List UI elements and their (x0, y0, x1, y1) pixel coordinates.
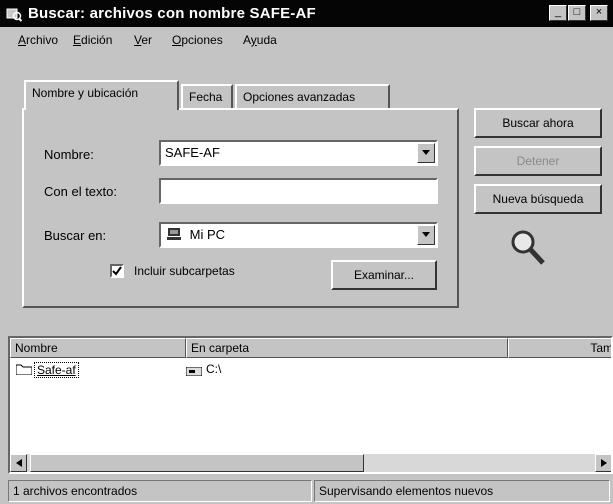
horizontal-scrollbar[interactable] (10, 454, 611, 472)
scroll-right-icon (601, 459, 607, 467)
tab-nombre-ubicacion[interactable]: Nombre y ubicación (24, 80, 179, 110)
stop-button[interactable]: Detener (474, 146, 602, 176)
menu-archivo[interactable]: Archivo (18, 33, 58, 47)
column-header-en-carpeta[interactable]: En carpeta (186, 338, 508, 358)
column-header-tam[interactable]: Tam (508, 338, 611, 358)
result-folder: C:\ (206, 362, 222, 376)
name-combobox[interactable]: SAFE-AF (159, 140, 438, 166)
minimize-icon: _ (554, 6, 562, 18)
find-now-button[interactable]: Buscar ahora (474, 108, 602, 138)
scroll-thumb[interactable] (30, 454, 364, 472)
search-app-icon (6, 6, 23, 22)
close-icon: × (595, 6, 603, 18)
status-bar: 1 archivos encontrados Supervisando elem… (0, 478, 613, 504)
name-value: SAFE-AF (165, 145, 220, 160)
menu-opciones[interactable]: Opciones (172, 33, 223, 47)
status-found-count: 1 archivos encontrados (8, 480, 312, 502)
tab-label: Nombre y ubicación (32, 86, 139, 100)
text-label: Con el texto: (44, 184, 117, 199)
menu-ayuda[interactable]: Ayuda (243, 33, 277, 47)
my-computer-icon (167, 225, 181, 247)
lookin-combobox[interactable]: Mi PC (159, 222, 438, 248)
menu-bar: Archivo Edición Ver Opciones Ayuda (0, 29, 613, 51)
lookin-label: Buscar en: (44, 228, 107, 243)
include-subfolders-checkbox[interactable] (110, 264, 124, 278)
window-title: Buscar: archivos con nombre SAFE-AF (28, 5, 316, 22)
name-dropdown-button[interactable] (417, 143, 435, 163)
name-label: Nombre: (44, 147, 94, 162)
maximize-icon: □ (573, 6, 581, 18)
minimize-button[interactable]: _ (549, 5, 567, 21)
lookin-value: Mi PC (189, 227, 226, 242)
column-header-nombre[interactable]: Nombre (10, 338, 186, 358)
scroll-left-button[interactable] (10, 454, 27, 472)
tab-label: Fecha (189, 90, 223, 104)
text-input[interactable] (159, 178, 438, 204)
tab-fecha[interactable]: Fecha (181, 84, 233, 110)
check-icon (112, 266, 122, 276)
find-window: Buscar: archivos con nombre SAFE-AF _ □ … (0, 0, 613, 504)
lookin-dropdown-button[interactable] (417, 225, 435, 245)
result-name: Safe-af (34, 362, 79, 378)
results-list[interactable]: Nombre En carpeta Tam Safe-af C:\ (8, 336, 613, 474)
magnifier-icon (508, 228, 548, 271)
tab-opciones-avanzadas[interactable]: Opciones avanzadas (235, 84, 390, 110)
menu-ver[interactable]: Ver (134, 33, 152, 47)
drive-icon (185, 365, 203, 379)
browse-button[interactable]: Examinar... (331, 260, 437, 290)
title-bar[interactable]: Buscar: archivos con nombre SAFE-AF _ □ … (0, 0, 613, 27)
menu-edicion[interactable]: Edición (73, 33, 112, 47)
dropdown-arrow-icon (422, 232, 430, 237)
maximize-button[interactable]: □ (568, 5, 586, 21)
scroll-left-icon (16, 459, 22, 467)
status-monitoring: Supervisando elementos nuevos (314, 480, 610, 502)
tab-label: Opciones avanzadas (243, 90, 356, 104)
dropdown-arrow-icon (422, 150, 430, 155)
table-row[interactable]: Safe-af C:\ (10, 360, 610, 378)
scroll-right-button[interactable] (595, 454, 611, 472)
include-subfolders-label: Incluir subcarpetas (134, 264, 235, 278)
close-button[interactable]: × (590, 5, 608, 21)
new-search-button[interactable]: Nueva búsqueda (474, 184, 602, 214)
folder-icon (15, 363, 33, 378)
